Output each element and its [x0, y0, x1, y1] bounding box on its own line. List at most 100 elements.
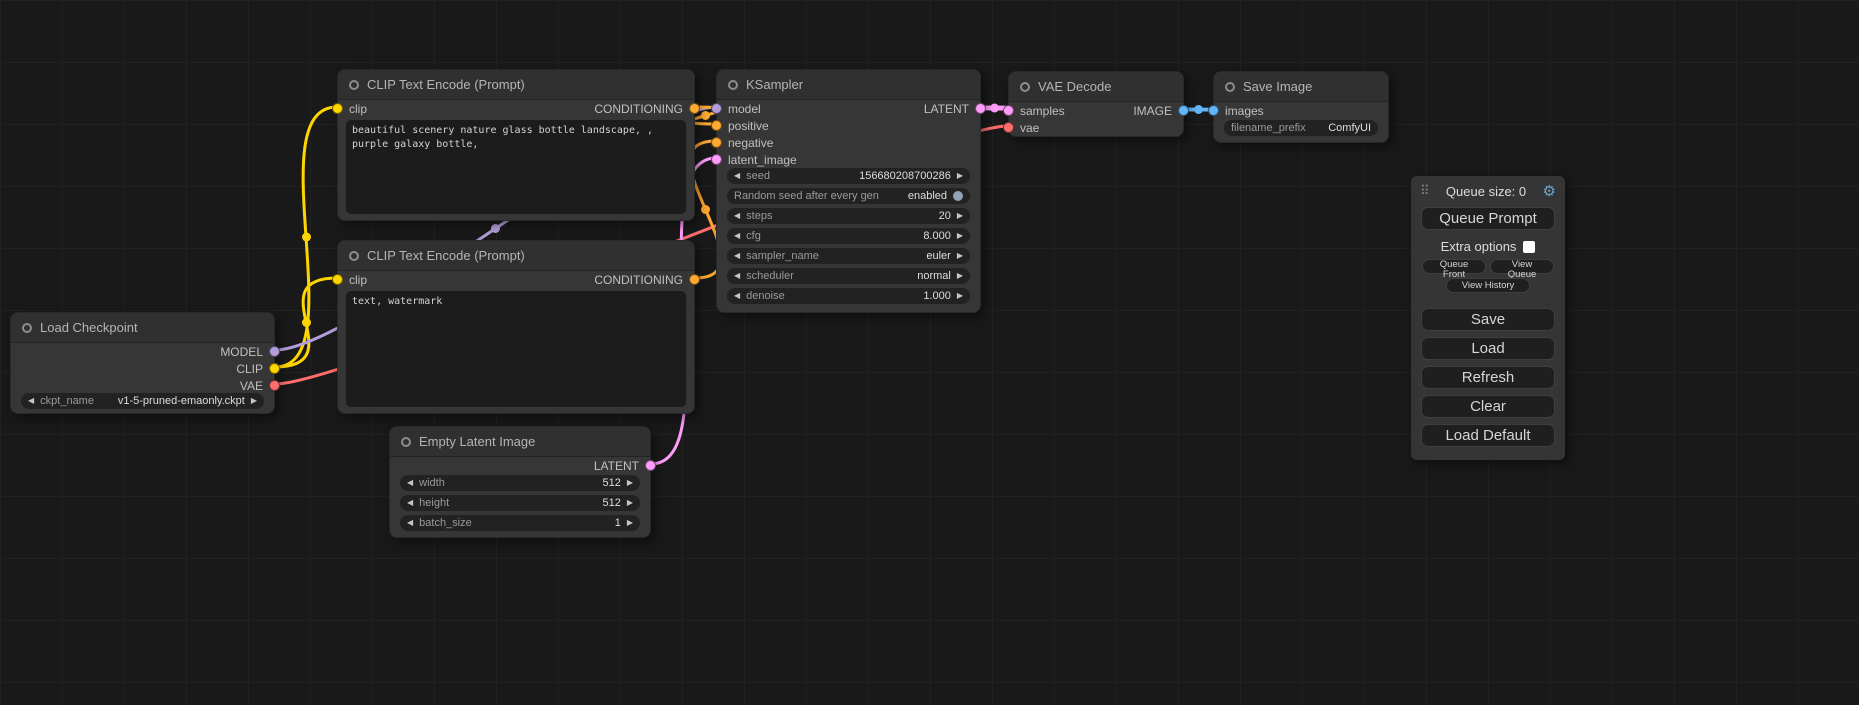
- denoise-widget[interactable]: ◀ denoise 1.000 ▶: [727, 288, 970, 304]
- vae-input-dot[interactable]: [1003, 122, 1014, 133]
- next-value-arrow-icon[interactable]: ▶: [251, 397, 257, 405]
- steps-widget[interactable]: ◀ steps 20 ▶: [727, 208, 970, 224]
- node-save-image[interactable]: Save Image images filename_prefix ComfyU…: [1213, 71, 1389, 143]
- increment-arrow-icon[interactable]: ▶: [627, 519, 633, 527]
- decrement-arrow-icon[interactable]: ◀: [407, 479, 413, 487]
- batch-size-widget[interactable]: ◀ batch_size 1 ▶: [400, 515, 640, 531]
- wire-midpoint-dot: [990, 104, 999, 113]
- positive-prompt-textarea[interactable]: beautiful scenery nature glass bottle la…: [346, 120, 686, 214]
- images-input-dot[interactable]: [1208, 105, 1219, 116]
- negative-input-dot[interactable]: [711, 137, 722, 148]
- image-output-dot[interactable]: [1178, 105, 1189, 116]
- decrement-arrow-icon[interactable]: ◀: [734, 172, 740, 180]
- node-graph-canvas[interactable]: Load Checkpoint MODEL CLIP VAE ◀ ckpt_na…: [0, 0, 1859, 705]
- vae-output-dot[interactable]: [269, 380, 280, 391]
- next-value-arrow-icon[interactable]: ▶: [957, 252, 963, 260]
- widget-value: normal: [917, 270, 951, 282]
- width-widget[interactable]: ◀ width 512 ▶: [400, 475, 640, 491]
- slot-label: LATENT: [594, 459, 639, 473]
- decrement-arrow-icon[interactable]: ◀: [407, 499, 413, 507]
- negative-prompt-textarea[interactable]: text, watermark: [346, 291, 686, 407]
- slot-label: IMAGE: [1133, 104, 1172, 118]
- increment-arrow-icon[interactable]: ▶: [957, 212, 963, 220]
- node-title-bar[interactable]: VAE Decode: [1009, 72, 1183, 102]
- collapse-dot-icon[interactable]: [1020, 82, 1030, 92]
- wire-midpoint-dot: [1194, 105, 1203, 114]
- refresh-button[interactable]: Refresh: [1421, 366, 1555, 389]
- seed-widget[interactable]: ◀ seed 156680208700286 ▶: [727, 168, 970, 184]
- node-title-bar[interactable]: Save Image: [1214, 72, 1388, 102]
- clip-input-dot[interactable]: [332, 274, 343, 285]
- load-button[interactable]: Load: [1421, 337, 1555, 360]
- widget-value: 20: [939, 210, 951, 222]
- sampler-name-widget[interactable]: ◀ sampler_name euler ▶: [727, 248, 970, 264]
- prev-value-arrow-icon[interactable]: ◀: [734, 252, 740, 260]
- cfg-widget[interactable]: ◀ cfg 8.000 ▶: [727, 228, 970, 244]
- scheduler-widget[interactable]: ◀ scheduler normal ▶: [727, 268, 970, 284]
- settings-gear-icon[interactable]: ⚙: [1543, 184, 1556, 199]
- node-title-bar[interactable]: Empty Latent Image: [390, 427, 650, 457]
- increment-arrow-icon[interactable]: ▶: [627, 479, 633, 487]
- clear-button[interactable]: Clear: [1421, 395, 1555, 418]
- conditioning-output-dot[interactable]: [689, 103, 700, 114]
- node-load-checkpoint[interactable]: Load Checkpoint MODEL CLIP VAE ◀ ckpt_na…: [10, 312, 275, 414]
- queue-front-button[interactable]: Queue Front: [1422, 259, 1486, 274]
- decrement-arrow-icon[interactable]: ◀: [734, 292, 740, 300]
- node-title-bar[interactable]: CLIP Text Encode (Prompt): [338, 241, 694, 271]
- collapse-dot-icon[interactable]: [728, 80, 738, 90]
- decrement-arrow-icon[interactable]: ◀: [407, 519, 413, 527]
- save-button[interactable]: Save: [1421, 308, 1555, 331]
- clip-output-dot[interactable]: [269, 363, 280, 374]
- conditioning-output-dot[interactable]: [689, 274, 700, 285]
- queue-prompt-button[interactable]: Queue Prompt: [1421, 207, 1555, 230]
- widget-value: enabled: [908, 190, 947, 202]
- prev-value-arrow-icon[interactable]: ◀: [734, 272, 740, 280]
- collapse-dot-icon[interactable]: [349, 80, 359, 90]
- ckpt-name-widget[interactable]: ◀ ckpt_name v1-5-pruned-emaonly.ckpt ▶: [21, 393, 264, 409]
- clip-input-dot[interactable]: [332, 103, 343, 114]
- increment-arrow-icon[interactable]: ▶: [957, 292, 963, 300]
- random-seed-toggle-icon[interactable]: [953, 191, 963, 201]
- output-slot-latent: LATENT: [594, 457, 656, 474]
- node-title: CLIP Text Encode (Prompt): [367, 248, 525, 263]
- view-history-button[interactable]: View History: [1446, 278, 1530, 293]
- prev-value-arrow-icon[interactable]: ◀: [28, 397, 34, 405]
- collapse-dot-icon[interactable]: [349, 251, 359, 261]
- node-clip-text-encode-negative[interactable]: CLIP Text Encode (Prompt) clip CONDITION…: [337, 240, 695, 414]
- load-default-button[interactable]: Load Default: [1421, 424, 1555, 447]
- collapse-dot-icon[interactable]: [1225, 82, 1235, 92]
- output-slot-image: IMAGE: [1133, 102, 1189, 119]
- drag-handle-icon[interactable]: ⠿: [1420, 183, 1430, 199]
- latent-output-dot[interactable]: [975, 103, 986, 114]
- decrement-arrow-icon[interactable]: ◀: [734, 212, 740, 220]
- latent-output-dot[interactable]: [645, 460, 656, 471]
- next-value-arrow-icon[interactable]: ▶: [957, 272, 963, 280]
- node-title-bar[interactable]: CLIP Text Encode (Prompt): [338, 70, 694, 100]
- model-input-dot[interactable]: [711, 103, 722, 114]
- collapse-dot-icon[interactable]: [401, 437, 411, 447]
- decrement-arrow-icon[interactable]: ◀: [734, 232, 740, 240]
- collapse-dot-icon[interactable]: [22, 323, 32, 333]
- extra-options-checkbox[interactable]: [1523, 241, 1535, 253]
- comfy-menu-panel[interactable]: ⠿ Queue size: 0 ⚙ Queue Prompt Extra opt…: [1411, 176, 1565, 460]
- node-title-bar[interactable]: Load Checkpoint: [11, 313, 274, 343]
- increment-arrow-icon[interactable]: ▶: [627, 499, 633, 507]
- samples-input-dot[interactable]: [1003, 105, 1014, 116]
- slot-label: images: [1225, 104, 1264, 118]
- latent-image-input-dot[interactable]: [711, 154, 722, 165]
- model-output-dot[interactable]: [269, 346, 280, 357]
- node-clip-text-encode-positive[interactable]: CLIP Text Encode (Prompt) clip CONDITION…: [337, 69, 695, 221]
- height-widget[interactable]: ◀ height 512 ▶: [400, 495, 640, 511]
- node-vae-decode[interactable]: VAE Decode samples vae IMAGE: [1008, 71, 1184, 137]
- widget-label: width: [419, 477, 596, 489]
- view-queue-button[interactable]: View Queue: [1490, 259, 1554, 274]
- filename-prefix-widget[interactable]: filename_prefix ComfyUI: [1224, 120, 1378, 136]
- increment-arrow-icon[interactable]: ▶: [957, 172, 963, 180]
- node-ksampler[interactable]: KSampler model positive negative latent_…: [716, 69, 981, 313]
- node-empty-latent-image[interactable]: Empty Latent Image LATENT ◀ width 512 ▶ …: [389, 426, 651, 538]
- random-seed-widget[interactable]: Random seed after every gen enabled: [727, 188, 970, 204]
- node-title: KSampler: [746, 77, 803, 92]
- increment-arrow-icon[interactable]: ▶: [957, 232, 963, 240]
- positive-input-dot[interactable]: [711, 120, 722, 131]
- node-title-bar[interactable]: KSampler: [717, 70, 980, 100]
